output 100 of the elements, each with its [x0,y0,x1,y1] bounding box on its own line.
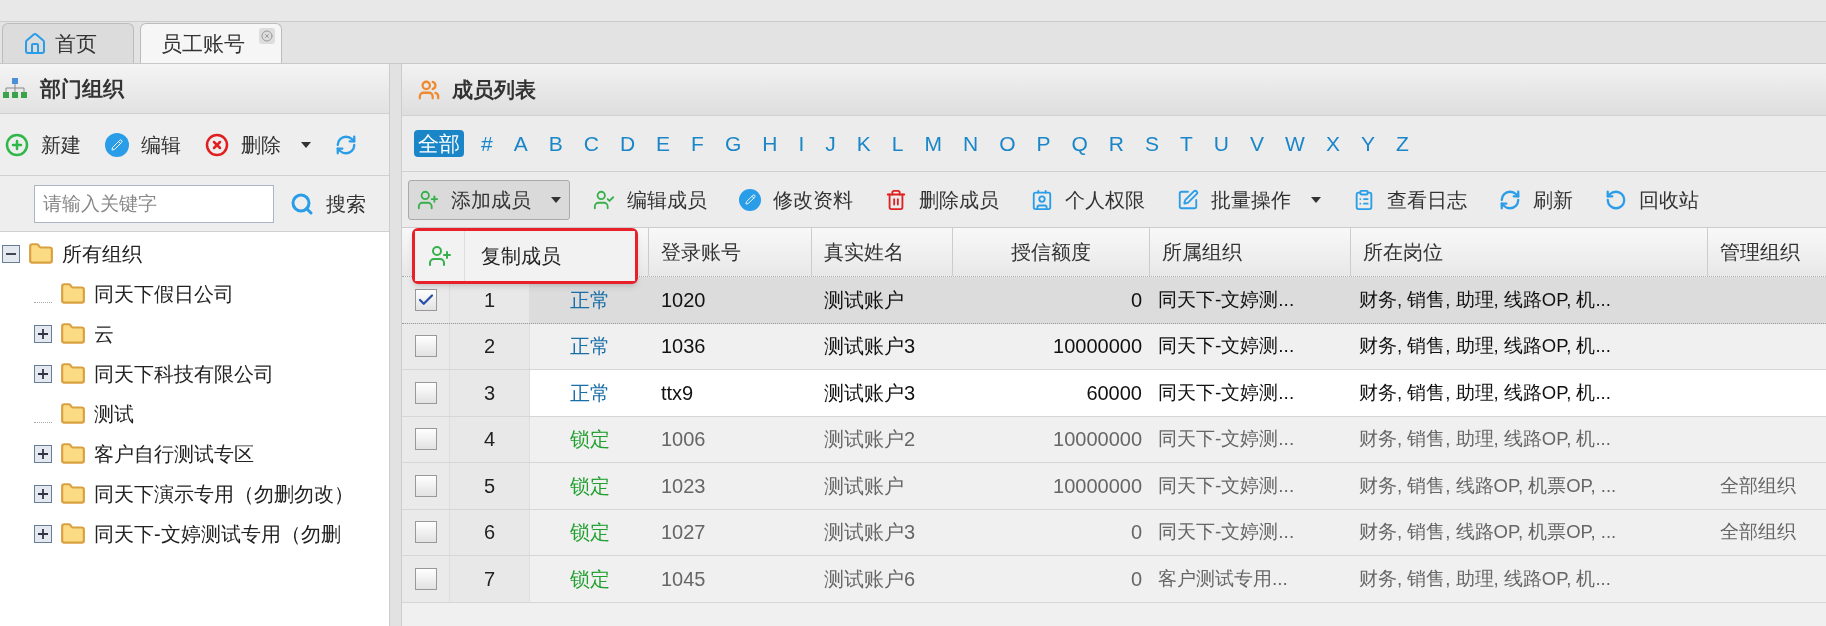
checkbox[interactable] [414,335,437,358]
table-cell-text: 同天下-文婷测... [1157,427,1296,451]
letter-filter[interactable]: 全部 [414,130,464,157]
edit-icon [105,132,129,157]
table-cell-text: 测试账户6 [823,566,917,592]
table-cell-text: 10000000 [1052,334,1143,360]
table-cell-text: 同天下-文婷测... [1157,380,1296,405]
checkbox[interactable] [414,428,437,451]
table-cell-text: 1023 [660,473,707,499]
tree-item[interactable]: 测试 [94,399,134,429]
checkbox[interactable] [414,474,437,497]
refresh-icon [335,133,357,156]
tree-item[interactable]: 同天下假日公司 [94,279,234,309]
table-cell-text: 10000000 [1052,473,1143,499]
folder-icon [60,281,86,307]
toolbar-button[interactable]: 删除成员 [876,179,1008,220]
tab[interactable]: 首页 [2,23,134,63]
menu-item[interactable]: 复制成员 [415,231,635,281]
table-cell-text: 同天下-文婷测... [1157,520,1296,544]
row-number: 5 [450,463,530,509]
search-icon [290,191,314,216]
table-cell-text: 全部组织 [1719,473,1797,498]
tree-item[interactable]: 所有组织 [62,239,142,269]
column-header[interactable]: 所属组织 [1150,228,1351,276]
toolbar-button[interactable]: 新建 [5,129,81,160]
column-header[interactable]: 真实姓名 [812,228,953,276]
refresh-button[interactable] [335,133,357,156]
caret-icon [1311,196,1321,203]
column-header[interactable]: 登录账号 [649,228,812,276]
org-chart-icon [2,77,28,100]
search-field[interactable]: 请输入关键字 [34,184,274,223]
toolbar-button[interactable]: 个人权限 [1022,179,1154,220]
table-cell-text: 财务, 销售, 助理, 线路OP, 机... [1358,334,1612,359]
tab[interactable]: 员工账号 [140,23,282,63]
status-cell-text: 锁定 [568,427,611,453]
tree-item[interactable]: 同天下-文婷测试专用（勿删 [94,519,341,549]
toolbar-button[interactable]: 批量操作 [1168,179,1330,220]
toolbar-button[interactable]: 添加成员 [408,179,570,220]
folder-icon [28,241,54,267]
row-number: 4 [450,416,530,462]
table-cell-text: 财务, 销售, 助理, 线路OP, 机... [1358,287,1612,312]
tree-item[interactable]: 客户自行测试专区 [94,439,254,469]
toolbar-button[interactable]: 删除 [205,129,311,160]
panel-title: 成员列表 [452,76,536,103]
table-cell-text: 1045 [660,566,707,592]
table-cell-text: 1036 [660,334,707,360]
table-cell-text: 同天下-文婷测... [1157,334,1296,358]
toolbar-button[interactable]: 修改资料 [730,179,862,220]
expand-icon[interactable] [34,365,52,383]
trash-icon [885,188,907,211]
tree-item[interactable]: 云 [94,319,114,349]
table-row[interactable]: 4 锁定 1006 测试账户2 10000000 同天下-文婷测... 财务, 销售, 助理, 线路OP, 机... [402,416,1826,463]
collapse-icon[interactable] [2,245,20,263]
table-row[interactable]: 1 正常 1020 测试账户 0 同天下-文婷测... 财务, 销售, 助理, 线路OP, 机... [402,277,1826,324]
row-number: 6 [450,509,530,555]
table-row[interactable]: 3 正常 ttx9 测试账户3 60000 同天下-文婷测... 财务, 销售, 助理, 线路OP, 机... [402,370,1826,417]
search-button[interactable]: 搜索 [290,188,366,219]
home-icon [23,31,47,56]
column-header[interactable]: 所在岗位 [1351,228,1708,276]
expand-icon[interactable] [34,445,52,463]
toolbar-button[interactable]: 查看日志 [1344,179,1476,220]
folder-icon [60,521,86,547]
checkbox[interactable] [414,521,437,544]
table-cell-text: ttx9 [660,380,695,406]
tree-item[interactable]: 同天下演示专用（勿删勿改） [94,479,354,509]
table-cell-text: 0 [1129,520,1143,546]
table-cell-text: 同天下-文婷测... [1157,287,1296,312]
row-number: 7 [450,556,530,602]
table-cell-text: 财务, 销售, 线路OP, 机票OP, ... [1358,520,1618,545]
table-row[interactable]: 6 锁定 1027 测试账户3 0 同天下-文婷测... 财务, 销售, 线路OP, 机票OP, ... 全部组织 [402,509,1826,556]
status-cell-text: 正常 [568,287,611,313]
expand-icon[interactable] [34,525,52,543]
status-cell-text: 正常 [568,380,611,406]
column-header[interactable]: 授信额度 [953,228,1150,276]
user-add-icon [427,244,452,268]
table-cell-text: 客户测试专用... [1157,566,1289,591]
toolbar-button[interactable]: 编辑 [105,129,181,160]
panel-title: 部门组织 [40,75,124,102]
table-cell-text: 测试账户2 [823,427,917,453]
caret-icon [551,196,561,203]
toolbar-button[interactable]: 编辑成员 [584,179,716,220]
edit-icon [739,188,761,211]
tree-item[interactable]: 同天下科技有限公司 [94,359,274,389]
row-number: 3 [450,370,530,416]
table-cell-text: 全部组织 [1719,520,1797,544]
toolbar-button[interactable]: 回收站 [1596,179,1708,220]
checkbox[interactable] [414,288,437,311]
folder-icon [60,361,86,387]
table-row[interactable]: 5 锁定 1023 测试账户 10000000 同天下-文婷测... 财务, 销售, 线路OP, 机票OP, ... 全部组织 [402,463,1826,510]
close-icon[interactable] [259,28,275,44]
expand-icon[interactable] [34,485,52,503]
table-row[interactable]: 2 正常 1036 测试账户3 10000000 同天下-文婷测... 财务, 销售, 助理, 线路OP, 机... [402,323,1826,370]
column-header[interactable]: 管理组织 [1708,228,1826,276]
table-row[interactable]: 7 锁定 1045 测试账户6 0 客户测试专用... 财务, 销售, 助理, 线路OP, 机... [402,556,1826,603]
table-cell-text: 测试账户 [823,473,905,499]
expand-icon[interactable] [34,325,52,343]
status-cell-text: 锁定 [568,520,611,546]
toolbar-button[interactable]: 刷新 [1490,179,1582,220]
checkbox[interactable] [414,567,437,590]
checkbox[interactable] [414,381,437,404]
